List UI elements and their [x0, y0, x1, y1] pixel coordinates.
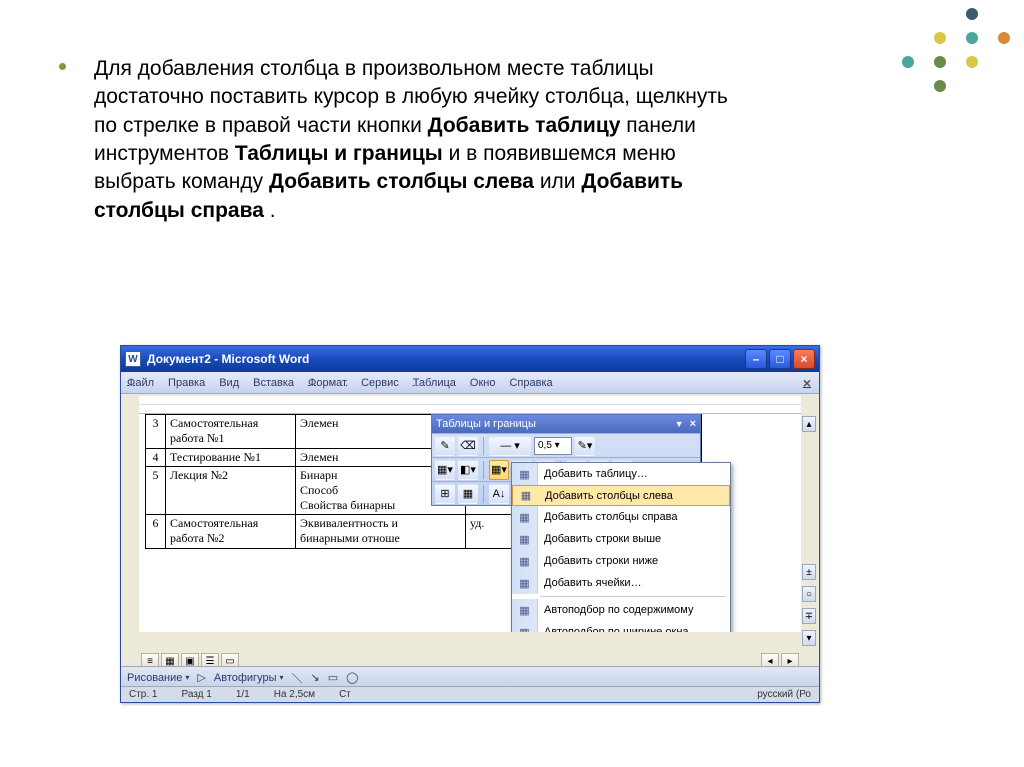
menu-item-icon: ▦ [513, 485, 539, 507]
menu-item-icon: ▦ [512, 506, 538, 528]
maximize-button[interactable]: □ [769, 349, 791, 369]
drawing-toolbar: Рисование▾ ▷ Автофигуры▾ ＼ ↘ ▭ ◯ [121, 666, 819, 688]
menu-item[interactable]: ▦Добавить столбцы слева [512, 485, 730, 506]
menu-view[interactable]: Вид [219, 377, 239, 389]
menu-edit[interactable]: Правка [168, 377, 205, 389]
decorative-dots [902, 8, 1016, 100]
insert-dropdown: ▦Добавить таблицу…▦Добавить столбцы слев… [511, 462, 731, 632]
oval-icon[interactable]: ◯ [346, 671, 358, 684]
toolbar-menu-icon[interactable]: ▼ [675, 419, 684, 429]
insert-table-button[interactable]: ▦▾ [489, 460, 509, 480]
hide-grid-icon[interactable]: ▦ [458, 484, 478, 504]
menu-item-label: Добавить строки ниже [538, 555, 724, 567]
menu-help[interactable]: Справка [509, 377, 552, 389]
menu-insert[interactable]: Вставка [253, 377, 294, 389]
scroll-up-icon[interactable]: ▴ [802, 416, 816, 432]
rectangle-icon[interactable]: ▭ [328, 671, 338, 684]
menu-tools[interactable]: Сервис [361, 377, 399, 389]
menu-item-label: Добавить столбцы слева [539, 490, 723, 502]
browse-object-icon[interactable]: ○ [802, 586, 816, 602]
instruction-paragraph: Для добавления столбца в произвольном ме… [60, 55, 740, 225]
status-pages: 1/1 [236, 689, 250, 700]
fill-icon[interactable]: ◧▾ [458, 460, 478, 480]
status-line: Ст [339, 689, 351, 700]
autoformat-icon[interactable]: ⊞ [435, 484, 455, 504]
arrow-icon[interactable]: ↘ [311, 671, 320, 684]
line-icon[interactable]: ＼ [292, 670, 303, 686]
word-window: W Документ2 - Microsoft Word – □ × Файл … [120, 345, 820, 703]
menu-item-label: Добавить строки выше [538, 533, 724, 545]
bullet-icon [59, 63, 66, 70]
border-icon[interactable]: ▦▾ [435, 460, 455, 480]
menu-item-label: Добавить столбцы справа [538, 511, 724, 523]
menu-item-label: Автоподбор по ширине окна [538, 626, 724, 632]
menu-item-icon: ▦ [512, 528, 538, 550]
toolbar-close-icon[interactable]: × [690, 418, 696, 430]
scroll-down-icon[interactable]: ▾ [802, 630, 816, 646]
text: или [540, 170, 582, 193]
menu-item[interactable]: ▦Добавить столбцы справа [512, 506, 730, 528]
menu-format[interactable]: Формат [308, 377, 347, 389]
status-lang: русский (Ро [757, 689, 811, 700]
menu-item[interactable]: ▦Добавить строки выше [512, 528, 730, 550]
close-button[interactable]: × [793, 349, 815, 369]
menu-item-label: Добавить таблицу… [538, 468, 724, 480]
minimize-button[interactable]: – [745, 349, 767, 369]
menu-file[interactable]: Файл [127, 377, 154, 389]
menu-table[interactable]: Таблица [413, 377, 456, 389]
menu-item[interactable]: ▦Добавить строки ниже [512, 550, 730, 572]
menu-item-label: Добавить ячейки… [538, 577, 724, 589]
text: . [270, 199, 276, 222]
menu-item-icon: ▦ [512, 621, 538, 632]
menu-item-icon: ▦ [512, 550, 538, 572]
line-style-select[interactable]: — ▾ [489, 436, 531, 456]
eraser-icon[interactable]: ⌫ [458, 436, 478, 456]
menu-item-icon: ▦ [512, 572, 538, 594]
line-width-input[interactable]: 0,5 ▾ [534, 437, 572, 455]
menu-item-label: Автоподбор по содержимому [538, 604, 724, 616]
pen-color-icon[interactable]: ✎▾ [575, 436, 595, 456]
select-objects-icon[interactable]: ▷ [197, 671, 205, 684]
menu-separator [540, 596, 726, 597]
drawing-menu[interactable]: Рисование▾ [127, 672, 189, 684]
sort-asc-icon[interactable]: A↓ [489, 484, 509, 504]
doc-close-icon[interactable]: × [803, 375, 811, 391]
toolbar-titlebar[interactable]: Таблицы и границы ▼ × [432, 415, 700, 433]
prev-page-icon[interactable]: ± [802, 564, 816, 580]
titlebar[interactable]: W Документ2 - Microsoft Word – □ × [121, 346, 819, 372]
menu-item-icon: ▦ [512, 463, 538, 485]
ruler[interactable] [139, 396, 801, 414]
menubar: Файл Правка Вид Вставка Формат Сервис Та… [121, 372, 819, 394]
document-area[interactable]: 3Самостоятельная работа №1Элемен24Тестир… [139, 414, 801, 632]
menu-item[interactable]: ▦Автоподбор по ширине окна [512, 621, 730, 632]
draw-table-icon[interactable]: ✎ [435, 436, 455, 456]
autoshapes-menu[interactable]: Автофигуры▾ [214, 672, 284, 684]
menu-item[interactable]: ▦Добавить таблицу… [512, 463, 730, 485]
window-title: Документ2 - Microsoft Word [147, 352, 745, 366]
statusbar: Стр. 1 Разд 1 1/1 На 2,5см Ст русский (Р… [121, 686, 819, 702]
status-page: Стр. 1 [129, 689, 157, 700]
menu-item-icon: ▦ [512, 599, 538, 621]
toolbar-title: Таблицы и границы [436, 418, 675, 430]
menu-item[interactable]: ▦Автоподбор по содержимому [512, 599, 730, 621]
bold3: Добавить столбцы слева [269, 170, 534, 193]
word-icon: W [125, 351, 141, 367]
status-at: На 2,5см [274, 689, 315, 700]
bold2: Таблицы и границы [235, 142, 443, 165]
bold1: Добавить таблицу [428, 114, 621, 137]
menu-window[interactable]: Окно [470, 377, 496, 389]
menu-item[interactable]: ▦Добавить ячейки… [512, 572, 730, 594]
next-page-icon[interactable]: ∓ [802, 608, 816, 624]
vertical-scrollbar[interactable]: ▴ ± ○ ∓ ▾ [801, 416, 817, 646]
status-section: Разд 1 [181, 689, 211, 700]
